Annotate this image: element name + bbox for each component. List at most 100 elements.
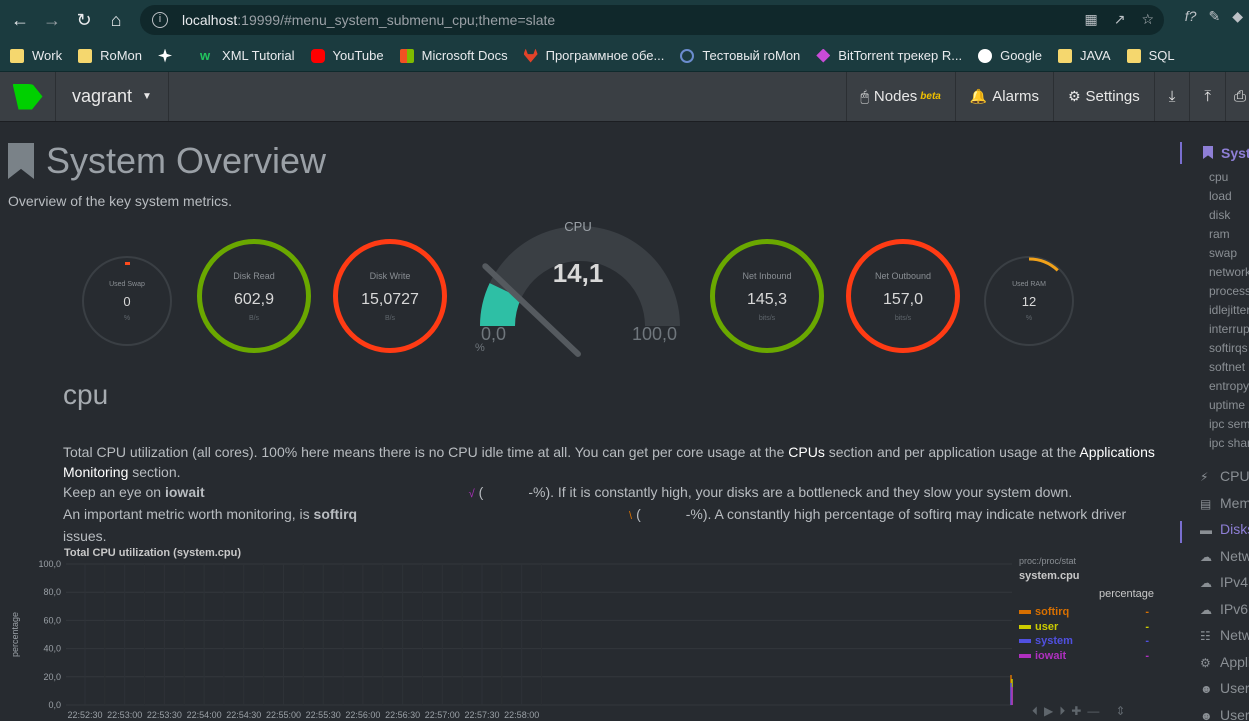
legend-series-value: - xyxy=(1145,620,1149,633)
sidebar-item[interactable]: ☷ Network Interfaces xyxy=(1200,627,1249,643)
sidebar-subitem[interactable]: network xyxy=(1209,265,1249,279)
nodes-button[interactable]: 🖱 Nodes beta xyxy=(845,72,955,121)
address-bar[interactable]: i localhost:19999/#menu_system_submenu_c… xyxy=(140,5,1164,35)
host-name: vagrant xyxy=(72,86,133,106)
sidebar-item[interactable]: ⚡ CPUs xyxy=(1200,468,1249,484)
gauge-value: 0 xyxy=(123,293,131,309)
nodes-label: Nodes xyxy=(873,88,918,105)
bookmark-label: Microsoft Docs xyxy=(421,48,508,63)
sidebar-subitem[interactable]: softirqs xyxy=(1209,341,1248,355)
extension-icon[interactable]: ◆ xyxy=(1232,8,1243,25)
bookmark-google[interactable]: Google xyxy=(978,48,1042,63)
bookmark-xml-tutorial[interactable]: w XML Tutorial xyxy=(200,48,295,63)
rewind-icon[interactable]: ⏴ xyxy=(1032,704,1038,719)
net-inbound-gauge[interactable]: Net Inbound 145,3 bits/s xyxy=(710,239,824,353)
x-tick-label: 22:57:30 xyxy=(464,710,499,720)
bookmark-test-romon[interactable]: Тестовый roMon xyxy=(680,48,800,63)
sidebar-subitem[interactable]: processes xyxy=(1209,284,1249,298)
youtube-icon xyxy=(310,48,325,63)
download-button[interactable]: ⤓ xyxy=(1153,72,1190,121)
bookmark-label: BitTorrent трекер R... xyxy=(838,48,963,63)
bookmark-star-icon[interactable]: ☆ xyxy=(1141,11,1154,28)
cpus-link[interactable]: CPUs xyxy=(788,444,825,460)
translate-icon[interactable]: ▦ xyxy=(1084,11,1097,28)
sidebar-subitem[interactable]: cpu xyxy=(1209,170,1228,184)
sidebar-subitem[interactable]: entropy xyxy=(1209,379,1249,393)
extension-f-icon[interactable]: f? xyxy=(1185,8,1197,25)
y-tick-label: 40,0 xyxy=(43,644,61,654)
back-icon[interactable]: ← xyxy=(4,4,36,36)
forward-icon[interactable]: ⏵ xyxy=(1059,704,1065,719)
desc-text: ( xyxy=(636,506,641,522)
host-dropdown[interactable]: vagrant ▼ xyxy=(56,72,169,121)
bookmark-label: YouTube xyxy=(332,48,384,63)
sidebar-item[interactable]: ☁ Networking Stack xyxy=(1200,548,1249,564)
sidebar-item-system[interactable]: System xyxy=(1203,145,1249,161)
sidebar-item[interactable]: ☻ User Groups xyxy=(1200,680,1249,696)
bookmark-java[interactable]: JAVA xyxy=(1058,48,1111,63)
folder-icon xyxy=(1126,48,1141,63)
bookmark-icon xyxy=(8,143,34,179)
disk-read-gauge[interactable]: Disk Read 602,9 B/s xyxy=(197,239,311,353)
sidebar-item[interactable]: ▤ Memory xyxy=(1200,495,1249,511)
url-host: localhost xyxy=(182,12,238,28)
print-button[interactable]: ⎙ xyxy=(1225,72,1249,121)
sidebar-subitem[interactable]: interrupts xyxy=(1209,322,1249,336)
upload-button[interactable]: ⤒ xyxy=(1189,72,1225,121)
bookmark-bittorrent[interactable]: BitTorrent трекер R... xyxy=(816,48,962,63)
bookmark-label: Тестовый roMon xyxy=(702,48,801,63)
share-icon[interactable]: ↗ xyxy=(1114,11,1126,28)
sidebar-subitem[interactable]: softnet xyxy=(1209,360,1245,374)
x-tick-label: 22:54:30 xyxy=(226,710,261,720)
alarms-button[interactable]: 🔔 Alarms xyxy=(954,72,1053,121)
bookmark-work[interactable]: Work xyxy=(10,48,62,63)
sidebar-subitem[interactable]: ipc shared memory xyxy=(1209,436,1249,450)
resize-icon[interactable]: ⇕ xyxy=(1115,704,1125,719)
forward-icon[interactable]: → xyxy=(36,4,68,36)
bell-icon: 🔔 xyxy=(969,88,988,104)
sidebar-item[interactable]: ⚙ Applications xyxy=(1200,654,1249,670)
play-icon[interactable]: ▶ xyxy=(1044,704,1053,719)
bookmark-star-site[interactable] xyxy=(158,48,180,63)
sidebar-subitem[interactable]: swap xyxy=(1209,246,1237,260)
bookmark-sql[interactable]: SQL xyxy=(1126,48,1175,63)
legend-item-user[interactable]: user - xyxy=(1019,620,1154,635)
sidebar-subitem[interactable]: load xyxy=(1209,189,1232,203)
netdata-logo[interactable] xyxy=(0,72,56,121)
gauge-unit: B/s xyxy=(384,314,396,322)
sidebar-subitem[interactable]: ipc semaphores xyxy=(1209,417,1249,431)
extension-pen-icon[interactable]: ✎ xyxy=(1208,8,1220,25)
sidebar-subitem[interactable]: ram xyxy=(1209,227,1230,241)
sidebar-item[interactable]: ☁ IPv4 Networking xyxy=(1200,574,1249,590)
sidebar-item[interactable]: ▬ Disks xyxy=(1200,521,1249,537)
used-swap-gauge[interactable]: Used Swap 0 % xyxy=(82,256,172,346)
sidebar-item[interactable]: ☁ IPv6 Networking xyxy=(1200,601,1249,617)
page-subtitle: Overview of the key system metrics. xyxy=(8,193,233,209)
reload-icon[interactable]: ↻ xyxy=(68,4,100,36)
bookmark-label: Work xyxy=(32,48,63,63)
sidebar-subitem[interactable]: disk xyxy=(1209,208,1230,222)
legend-item-softirq[interactable]: softirq - xyxy=(1019,605,1154,620)
sidebar-item[interactable]: ☻ Users xyxy=(1200,707,1249,721)
sidebar-subitem[interactable]: uptime xyxy=(1209,398,1245,412)
url-text[interactable]: localhost:19999/#menu_system_submenu_cpu… xyxy=(182,12,555,28)
home-icon[interactable]: ⌂ xyxy=(100,4,132,36)
upload-icon: ⤒ xyxy=(1204,88,1211,105)
gauge-value: 602,9 xyxy=(233,290,275,308)
bookmark-romon[interactable]: RoMon xyxy=(78,48,142,63)
gauge-value: 15,0727 xyxy=(361,290,419,308)
cpu-chart[interactable]: 100,0 80,0 60,0 40,0 20,0 0,0 22:52:30 22:53:00… xyxy=(0,554,1170,721)
bookmark-microsoft-docs[interactable]: Microsoft Docs xyxy=(399,48,508,63)
legend-item-iowait[interactable]: iowait - xyxy=(1019,649,1154,664)
bookmark-gitlab[interactable]: Программное обе... xyxy=(523,48,664,63)
net-outbound-gauge[interactable]: Net Outbound 157,0 bits/s xyxy=(846,239,960,353)
info-icon[interactable]: i xyxy=(152,12,168,28)
bookmark-youtube[interactable]: YouTube xyxy=(310,48,384,63)
settings-button[interactable]: ⚙ Settings xyxy=(1052,72,1154,121)
legend-item-system[interactable]: system - xyxy=(1019,634,1154,649)
zoom-out-icon[interactable]: — xyxy=(1087,704,1099,719)
gauge-unit: B/s xyxy=(248,314,260,322)
zoom-in-icon[interactable]: ✚ xyxy=(1071,704,1081,719)
disk-write-gauge[interactable]: Disk Write 15,0727 B/s xyxy=(333,239,447,353)
sidebar-subitem[interactable]: idlejitter xyxy=(1209,303,1249,317)
